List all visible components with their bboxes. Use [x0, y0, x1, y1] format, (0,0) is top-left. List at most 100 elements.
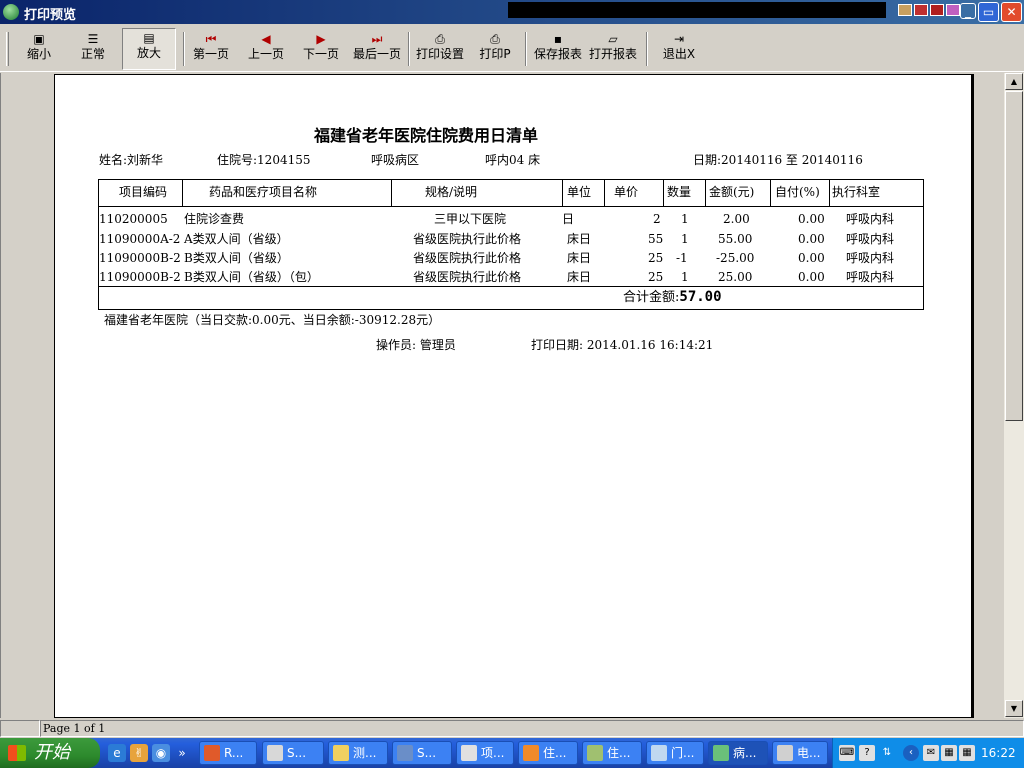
scroll-up-icon[interactable]: ▲	[1005, 73, 1023, 90]
column-divider	[663, 179, 664, 207]
cell-price: 2	[653, 212, 661, 226]
taskbar-item[interactable]: S...	[262, 741, 324, 765]
cell-unit: 床日	[567, 270, 592, 284]
folder-icon	[333, 745, 349, 761]
toolbar-separator	[408, 32, 410, 66]
prev-page-icon: ◀	[261, 32, 271, 46]
cell-spec: 省级医院执行此价格	[413, 232, 522, 246]
print-setup-button[interactable]: ⎙ 打印设置	[414, 30, 466, 68]
taskbar-item[interactable]: 项...	[456, 741, 514, 765]
footer-note: 福建省老年医院（当日交款:0.00元、当日余额:-30912.28元）	[104, 313, 441, 327]
cell-self-pay: 0.00	[798, 251, 825, 265]
taskbar-item[interactable]: 住...	[518, 741, 578, 765]
minimize-icon[interactable]: _	[960, 3, 976, 19]
cell-self-pay: 0.00	[798, 232, 825, 246]
toolbar-grip	[6, 32, 9, 66]
taskbar-item[interactable]: S...	[392, 741, 452, 765]
cell-qty: 1	[681, 212, 689, 226]
quicklaunch-app-icon[interactable]: ✌	[130, 744, 148, 762]
table-bottom-border	[98, 309, 924, 310]
title-bar: 打印预览 _ ▭ ✕	[0, 0, 1024, 24]
exit-door-icon: ⇥	[673, 32, 685, 46]
close-button[interactable]: ✕	[1001, 2, 1022, 22]
taskbar-item[interactable]: 测...	[328, 741, 388, 765]
vertical-scrollbar[interactable]: ▲ ▼	[1004, 73, 1024, 718]
zoom-in-icon: ▤	[143, 31, 155, 45]
mail-close-icon[interactable]	[946, 4, 960, 16]
keyboard-icon[interactable]: ⌨	[839, 745, 855, 761]
taskbar-item[interactable]: R...	[199, 741, 257, 765]
app-icon	[713, 745, 729, 761]
chevron-right-icon[interactable]: »	[176, 744, 188, 762]
total-value: 57.00	[679, 289, 722, 305]
status-bar: Page 1 of 1	[0, 718, 1024, 738]
exit-button[interactable]: ⇥ 退出X	[658, 30, 700, 68]
printer-icon: ⎙	[490, 32, 500, 46]
cell-unit: 床日	[567, 232, 592, 246]
cell-code: 11090000A-2	[99, 232, 181, 246]
date-range: 日期:20140116 至 20140116	[693, 153, 863, 167]
open-report-button[interactable]: ▱ 打开报表	[586, 30, 640, 68]
scroll-down-icon[interactable]: ▼	[1005, 700, 1023, 717]
save-report-button[interactable]: ▪ 保存报表	[531, 30, 585, 68]
window-title: 打印预览	[24, 8, 77, 23]
taskbar-item[interactable]: 门...	[646, 741, 704, 765]
save-disk-icon: ▪	[553, 32, 563, 46]
total-amount: 合计金额:57.00	[623, 290, 722, 305]
cell-name: B类双人间（省级）（包）	[184, 270, 319, 284]
network-icon[interactable]: ▦	[941, 745, 957, 761]
cell-name: B类双人间（省级）	[184, 251, 289, 265]
restrict-icon[interactable]	[914, 4, 928, 16]
taskbar-item-active[interactable]: 病...	[708, 741, 768, 765]
cell-dept: 呼吸内科	[846, 270, 895, 284]
next-page-button[interactable]: ▶ 下一页	[300, 30, 342, 68]
chevron-left-icon[interactable]: ‹	[903, 745, 919, 761]
mail-icon[interactable]: ✉	[923, 745, 939, 761]
help-icon[interactable]: ?	[859, 745, 875, 761]
taskbar: 开始 e ✌ ◉ » R... S... 测... S... 项... 住...…	[0, 738, 1024, 768]
total-label: 合计金额:	[623, 290, 680, 305]
normal-button[interactable]: ☰ 正常	[72, 30, 114, 68]
ie-icon[interactable]: e	[108, 744, 126, 762]
scroll-thumb[interactable]	[1005, 91, 1023, 421]
cell-name: 住院诊查费	[184, 212, 245, 226]
system-tray: ⌨ ? ⇅ ‹ ✉ ▦ ▦ 16:22	[832, 738, 1024, 768]
zoom-out-button[interactable]: ▣ 缩小	[18, 30, 60, 68]
prev-page-button[interactable]: ◀ 上一页	[245, 30, 287, 68]
app-icon	[777, 745, 793, 761]
start-button[interactable]: 开始	[0, 738, 100, 768]
ime-icon[interactable]: ⇅	[879, 745, 895, 761]
windows-logo-icon	[8, 745, 26, 761]
first-page-button[interactable]: ⏮ 第一页	[190, 30, 232, 68]
restore-button[interactable]: ▭	[978, 2, 999, 22]
shield-icon[interactable]	[930, 4, 944, 16]
zoom-out-icon: ▣	[33, 32, 45, 46]
taskbar-item[interactable]: 住...	[582, 741, 642, 765]
app-icon	[523, 745, 539, 761]
print-button[interactable]: ⎙ 打印P	[474, 30, 516, 68]
mail-icon[interactable]	[898, 4, 912, 16]
column-divider	[829, 179, 830, 207]
preview-area[interactable]: 福建省老年医院住院费用日清单 姓名:刘新华 住院号:1204155 呼吸病区 呼…	[0, 73, 1004, 718]
app-icon	[587, 745, 603, 761]
column-divider	[705, 179, 706, 207]
cell-amount: -25.00	[716, 251, 755, 265]
cell-price: 25	[648, 270, 664, 284]
column-header: 金额(元)	[709, 185, 755, 199]
table-top-border	[98, 179, 924, 180]
report-page: 福建省老年医院住院费用日清单 姓名:刘新华 住院号:1204155 呼吸病区 呼…	[54, 74, 974, 718]
taskbar-item[interactable]: 电...	[772, 741, 828, 765]
network-icon[interactable]: ▦	[959, 745, 975, 761]
cell-unit: 床日	[567, 251, 592, 265]
next-page-icon: ▶	[316, 32, 326, 46]
bed-number: 呼内04 床	[485, 153, 541, 167]
column-divider	[770, 179, 771, 207]
last-page-button[interactable]: ⏭ 最后一页	[351, 30, 403, 68]
zoom-in-button[interactable]: ▤ 放大	[122, 28, 176, 70]
operator: 操作员: 管理员	[376, 338, 456, 352]
column-divider	[604, 179, 605, 207]
column-header: 规格/说明	[425, 185, 478, 199]
quicklaunch-app-icon[interactable]: ◉	[152, 744, 170, 762]
cell-spec: 省级医院执行此价格	[413, 251, 522, 265]
print-date: 打印日期: 2014.01.16 16:14:21	[531, 338, 714, 352]
